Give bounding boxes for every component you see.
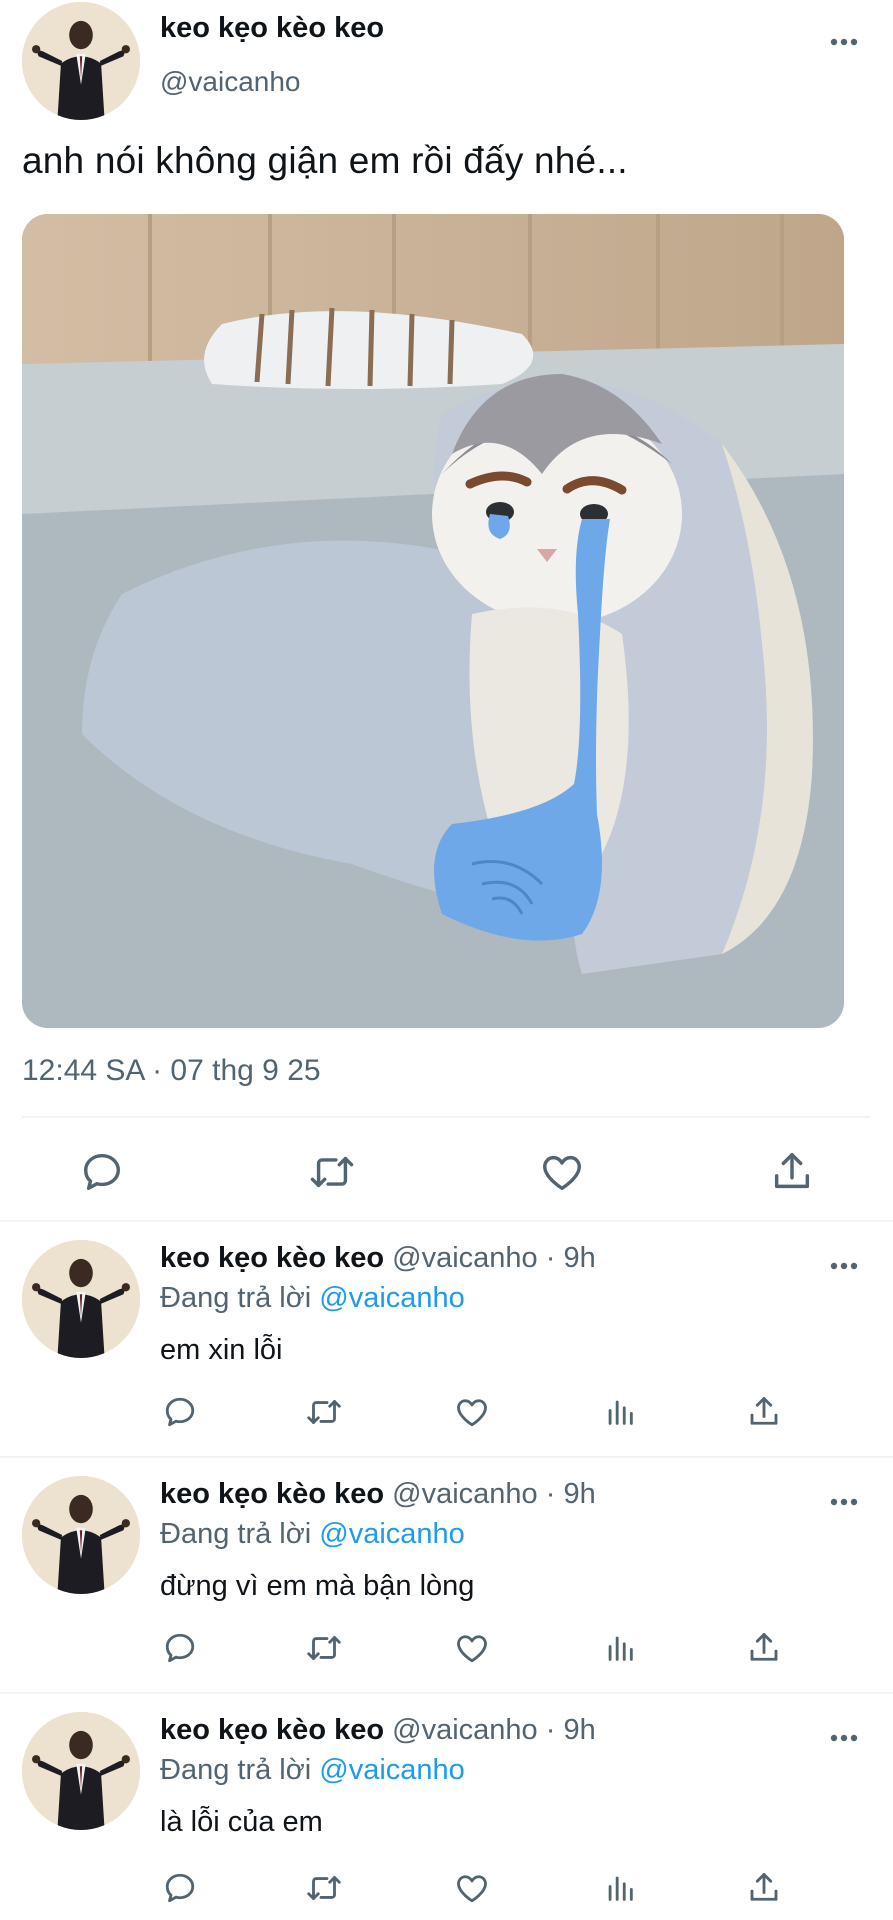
tweet-actions-bar [0, 1140, 893, 1204]
reply-time[interactable]: 9h [563, 1478, 595, 1510]
reply-text: đừng vì em mà bận lòng [160, 1570, 475, 1602]
reply-time[interactable]: 9h [563, 1242, 595, 1274]
reply-tweet[interactable]: keo kẹo kèo keo @vaicanho · 9h Đang trả … [0, 1462, 893, 1698]
analytics-icon[interactable] [598, 1866, 642, 1910]
share-icon[interactable] [742, 1866, 786, 1910]
avatar[interactable] [22, 1240, 140, 1358]
retweet-icon[interactable] [302, 1866, 346, 1910]
mention-link[interactable]: @vaicanho [319, 1754, 465, 1786]
thread-divider [0, 1692, 893, 1694]
tweet-timestamp[interactable]: 12:44 SA · 07 thg 9 25 [22, 1054, 321, 1088]
crying-cat-under-blanket-icon [22, 214, 844, 1028]
reply-actions-bar [0, 1626, 893, 1670]
more-options-icon[interactable] [826, 1720, 862, 1756]
reply-icon[interactable] [158, 1866, 202, 1910]
reply-time[interactable]: 9h [563, 1714, 595, 1746]
like-icon[interactable] [450, 1390, 494, 1434]
reply-tweet[interactable]: keo kẹo kèo keo @vaicanho · 9h Đang trả … [0, 1226, 893, 1462]
reply-actions-bar [0, 1390, 893, 1434]
avatar[interactable] [22, 2, 140, 120]
author-name[interactable]: keo kẹo kèo keo [160, 1714, 384, 1746]
avatar[interactable] [22, 1712, 140, 1830]
like-icon[interactable] [450, 1626, 494, 1670]
replying-to: Đang trả lời @vaicanho [160, 1754, 465, 1787]
replying-prefix: Đang trả lời [160, 1518, 320, 1550]
author-handle[interactable]: @vaicanho [392, 1714, 538, 1746]
retweet-icon[interactable] [300, 1140, 364, 1204]
like-icon[interactable] [450, 1866, 494, 1910]
reply-actions-bar [0, 1866, 893, 1910]
reply-header: keo kẹo kèo keo @vaicanho · 9h [160, 1242, 596, 1275]
analytics-icon[interactable] [598, 1626, 642, 1670]
time-separator: · [537, 1242, 564, 1274]
reply-icon[interactable] [158, 1626, 202, 1670]
time-separator: · [537, 1714, 564, 1746]
share-icon[interactable] [760, 1140, 824, 1204]
reply-icon[interactable] [70, 1140, 134, 1204]
avatar-man-in-suit-icon [22, 1712, 140, 1830]
more-options-icon[interactable] [826, 1248, 862, 1284]
thread-divider [0, 1456, 893, 1458]
author-name[interactable]: keo kẹo kèo keo [160, 12, 384, 45]
reply-header: keo kẹo kèo keo @vaicanho · 9h [160, 1714, 596, 1747]
author-name[interactable]: keo kẹo kèo keo [160, 1478, 384, 1510]
author-handle[interactable]: @vaicanho [160, 66, 301, 98]
reply-tweet[interactable]: keo kẹo kèo keo @vaicanho · 9h Đang trả … [0, 1698, 893, 1920]
time-separator: · [537, 1478, 564, 1510]
reply-text: em xin lỗi [160, 1334, 283, 1366]
mention-link[interactable]: @vaicanho [319, 1518, 465, 1550]
divider [22, 1116, 870, 1118]
replying-prefix: Đang trả lời [160, 1754, 320, 1786]
author-handle[interactable]: @vaicanho [392, 1478, 538, 1510]
avatar-man-in-suit-icon [22, 1240, 140, 1358]
main-tweet: keo kẹo kèo keo @vaicanho anh nói không … [0, 0, 893, 1226]
analytics-icon[interactable] [598, 1390, 642, 1434]
retweet-icon[interactable] [302, 1390, 346, 1434]
like-icon[interactable] [530, 1140, 594, 1204]
more-options-icon[interactable] [826, 24, 862, 60]
tweet-media-image[interactable] [22, 214, 844, 1028]
avatar-man-in-suit-icon [22, 1476, 140, 1594]
mention-link[interactable]: @vaicanho [319, 1282, 465, 1314]
reply-header: keo kẹo kèo keo @vaicanho · 9h [160, 1478, 596, 1511]
author-handle[interactable]: @vaicanho [392, 1242, 538, 1274]
author-name[interactable]: keo kẹo kèo keo [160, 1242, 384, 1274]
replying-prefix: Đang trả lời [160, 1282, 320, 1314]
thread-divider [0, 1220, 893, 1222]
tweet-text: anh nói không giận em rồi đấy nhé... [22, 140, 628, 181]
retweet-icon[interactable] [302, 1626, 346, 1670]
share-icon[interactable] [742, 1390, 786, 1434]
replying-to: Đang trả lời @vaicanho [160, 1518, 465, 1551]
share-icon[interactable] [742, 1626, 786, 1670]
reply-icon[interactable] [158, 1390, 202, 1434]
replying-to: Đang trả lời @vaicanho [160, 1282, 465, 1315]
reply-text: là lỗi của em [160, 1806, 323, 1838]
avatar-man-in-suit-icon [22, 2, 140, 120]
tweet-thread-page: keo kẹo kèo keo @vaicanho anh nói không … [0, 0, 893, 1920]
avatar[interactable] [22, 1476, 140, 1594]
more-options-icon[interactable] [826, 1484, 862, 1520]
